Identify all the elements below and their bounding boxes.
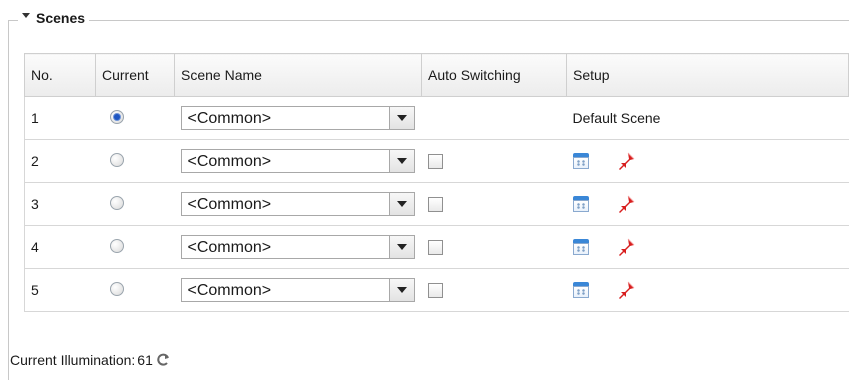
- auto-switching-cell: [421, 225, 567, 269]
- scenes-legend[interactable]: Scenes: [18, 10, 90, 26]
- current-radio[interactable]: [109, 281, 124, 296]
- scene-cell: <Common>: [174, 225, 422, 269]
- auto-switching-checkbox[interactable]: [427, 283, 443, 299]
- auto-switching-cell: [421, 268, 567, 312]
- pin-icon[interactable]: [617, 238, 635, 256]
- row-number: 3: [24, 182, 96, 226]
- scene-select-value: <Common>: [187, 110, 272, 127]
- auto-switching-cell: [421, 139, 567, 183]
- auto-switching-cell: [421, 96, 567, 140]
- table-header-row: No. Current Scene Name Auto Switching Se…: [24, 53, 849, 97]
- setup-cell: Default Scene: [566, 96, 849, 140]
- current-radio[interactable]: [109, 238, 124, 253]
- scenes-page: Scenes No. Current Scene Name Auto Switc…: [0, 0, 849, 385]
- auto-switching-checkbox[interactable]: [427, 154, 443, 170]
- illumination-label: Current Illumination:: [10, 352, 136, 368]
- row-number: 2: [24, 139, 96, 183]
- column-header-auto-switching: Auto Switching: [421, 53, 567, 97]
- setup-cell: [566, 268, 849, 312]
- setup-icons: [572, 152, 843, 170]
- setup-cell: [566, 225, 849, 269]
- column-header-setup: Setup: [566, 53, 849, 97]
- current-cell: [95, 268, 175, 312]
- scene-select-value: <Common>: [187, 153, 272, 170]
- current-radio[interactable]: [109, 195, 124, 210]
- triangle-down-icon[interactable]: [22, 12, 30, 18]
- table-row: 4 <Common>: [24, 225, 849, 269]
- auto-switching-checkbox[interactable]: [427, 240, 443, 256]
- scene-select[interactable]: <Common>: [180, 235, 415, 259]
- column-header-current: Current: [95, 53, 175, 97]
- auto-switching-checkbox[interactable]: [427, 197, 443, 213]
- setup-cell: [566, 139, 849, 183]
- scenes-table: No. Current Scene Name Auto Switching Se…: [24, 53, 849, 312]
- chevron-down-icon[interactable]: [388, 236, 414, 258]
- scene-cell: <Common>: [174, 182, 422, 226]
- scene-select-value: <Common>: [187, 196, 272, 213]
- scene-cell: <Common>: [174, 268, 422, 312]
- row-number: 1: [24, 96, 96, 140]
- column-header-scene-name: Scene Name: [174, 53, 422, 97]
- section-title: Scenes: [36, 10, 86, 26]
- row-number: 4: [24, 225, 96, 269]
- table-row: 5 <Common>: [24, 268, 849, 312]
- calendar-icon[interactable]: [572, 282, 589, 298]
- setup-text: Default Scene: [572, 110, 661, 126]
- setup-cell: [566, 182, 849, 226]
- chevron-down-icon[interactable]: [388, 279, 414, 301]
- table-row: 1 <Common> Default Scene: [24, 96, 849, 140]
- row-number: 5: [24, 268, 96, 312]
- illumination-value: 61: [137, 352, 153, 368]
- scene-select[interactable]: <Common>: [180, 149, 415, 173]
- scene-cell: <Common>: [174, 96, 422, 140]
- chevron-down-icon[interactable]: [388, 193, 414, 215]
- scene-select-value: <Common>: [187, 239, 272, 256]
- current-radio[interactable]: [109, 109, 124, 124]
- setup-icons: [572, 195, 843, 213]
- current-radio[interactable]: [109, 152, 124, 167]
- scene-select[interactable]: <Common>: [180, 192, 415, 216]
- current-cell: [95, 182, 175, 226]
- scene-select[interactable]: <Common>: [180, 278, 415, 302]
- scene-select-value: <Common>: [187, 282, 272, 299]
- table-row: 3 <Common>: [24, 182, 849, 226]
- setup-icons: [572, 281, 843, 299]
- calendar-icon[interactable]: [572, 239, 589, 255]
- calendar-icon[interactable]: [572, 153, 589, 169]
- table-body: 1 <Common> Default Scene 2 <Common> 3 <Common>…: [24, 96, 849, 312]
- current-cell: [95, 225, 175, 269]
- chevron-down-icon[interactable]: [388, 107, 414, 129]
- current-cell: [95, 96, 175, 140]
- chevron-down-icon[interactable]: [388, 150, 414, 172]
- calendar-icon[interactable]: [572, 196, 589, 212]
- pin-icon[interactable]: [617, 152, 635, 170]
- refresh-icon[interactable]: [155, 352, 171, 368]
- table-row: 2 <Common>: [24, 139, 849, 183]
- setup-icons: [572, 238, 843, 256]
- scene-cell: <Common>: [174, 139, 422, 183]
- pin-icon[interactable]: [617, 281, 635, 299]
- current-cell: [95, 139, 175, 183]
- column-header-no: No.: [24, 53, 96, 97]
- pin-icon[interactable]: [617, 195, 635, 213]
- auto-switching-cell: [421, 182, 567, 226]
- current-illumination: Current Illumination: 61: [10, 352, 171, 368]
- scene-select[interactable]: <Common>: [180, 106, 415, 130]
